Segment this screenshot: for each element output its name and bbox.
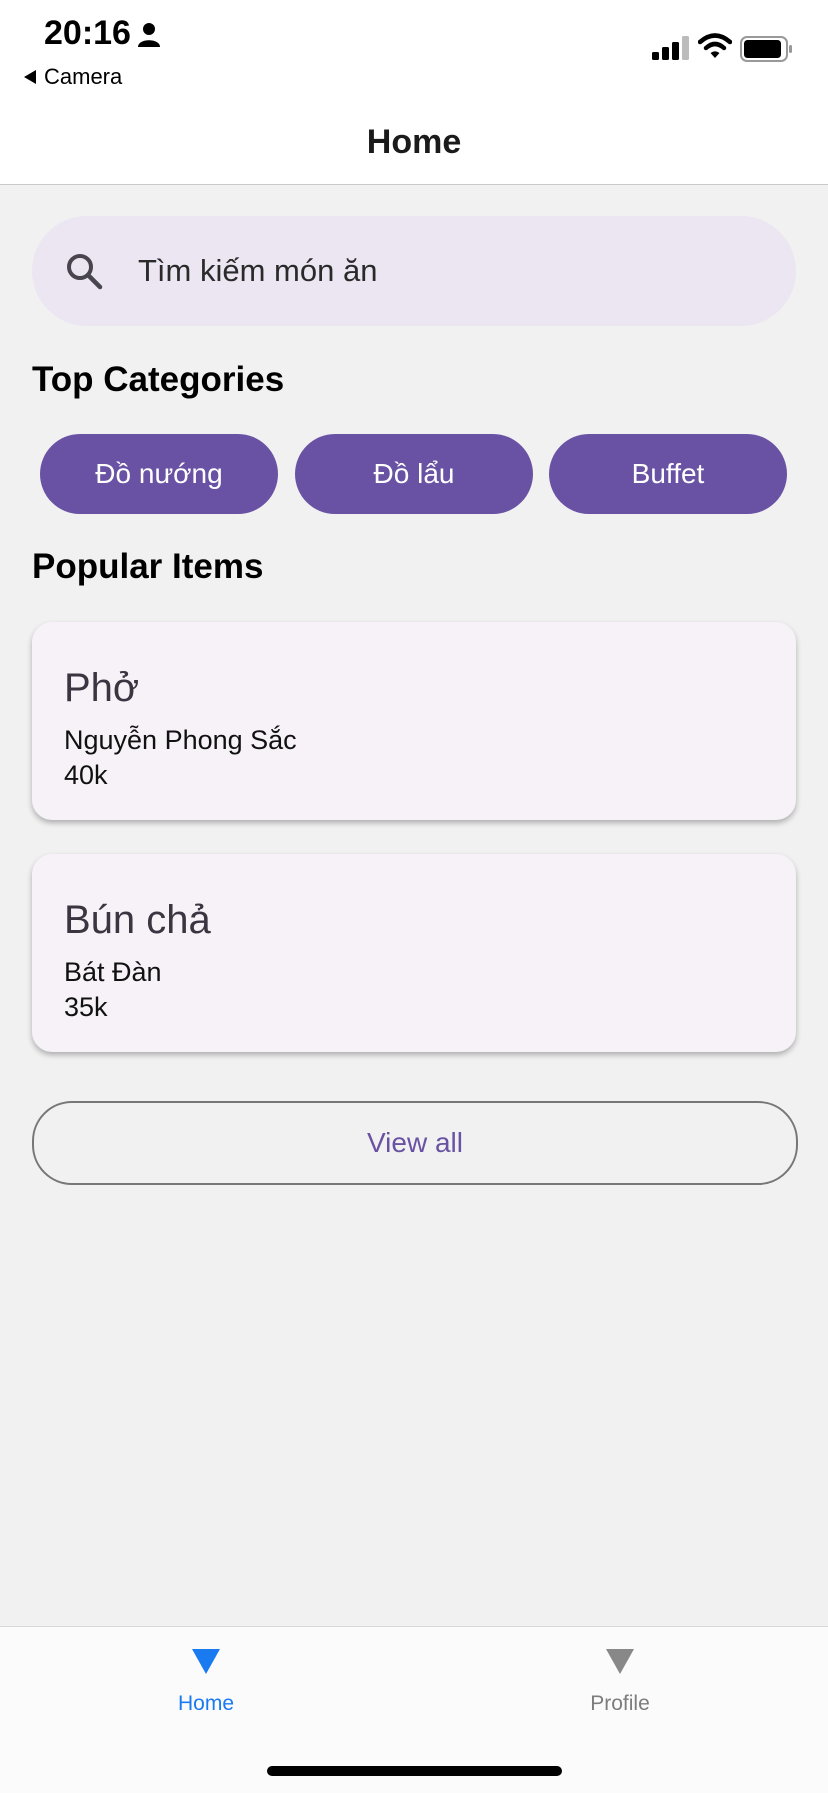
category-chip-buffet[interactable]: Buffet xyxy=(549,434,787,514)
home-indicator[interactable] xyxy=(267,1766,562,1776)
category-chip-do-nuong[interactable]: Đồ nướng xyxy=(40,434,278,514)
person-icon xyxy=(138,23,160,47)
status-bar: 20:16 Camera xyxy=(0,0,828,100)
back-arrow-icon xyxy=(24,70,36,84)
food-name: Phở xyxy=(64,666,140,710)
popular-items-title: Popular Items xyxy=(32,547,264,586)
food-place: Nguyễn Phong Sắc xyxy=(64,725,297,755)
tab-profile[interactable]: Profile xyxy=(520,1627,720,1737)
search-icon xyxy=(67,254,103,290)
view-all-button[interactable]: View all xyxy=(32,1101,798,1185)
food-card-bun-cha[interactable]: Bún chả Bát Đàn 35k xyxy=(32,854,796,1052)
food-price: 40k xyxy=(64,760,108,790)
back-camera-label: Camera xyxy=(44,64,123,89)
search-bar[interactable]: Tìm kiếm món ăn xyxy=(32,216,796,326)
tab-home[interactable]: Home xyxy=(106,1627,306,1737)
navigation-bar: Home xyxy=(0,100,828,185)
search-input[interactable]: Tìm kiếm món ăn xyxy=(138,253,377,289)
profile-tab-icon xyxy=(606,1649,634,1674)
status-time: 20:16 xyxy=(44,14,131,52)
food-name: Bún chả xyxy=(64,898,211,942)
page-title: Home xyxy=(366,122,462,161)
top-categories-title: Top Categories xyxy=(32,360,285,399)
back-to-camera-link[interactable]: Camera xyxy=(24,64,122,90)
tab-home-label: Home xyxy=(177,1692,235,1715)
food-price: 35k xyxy=(64,992,108,1022)
tab-profile-label: Profile xyxy=(590,1692,650,1715)
battery-icon xyxy=(740,36,792,62)
food-place: Bát Đàn xyxy=(64,957,162,987)
home-tab-icon xyxy=(192,1649,220,1674)
food-card-pho[interactable]: Phở Nguyễn Phong Sắc 40k xyxy=(32,622,796,820)
wifi-icon xyxy=(698,33,732,58)
signal-icon xyxy=(652,36,689,60)
category-chip-do-lau[interactable]: Đồ lẩu xyxy=(295,434,533,514)
